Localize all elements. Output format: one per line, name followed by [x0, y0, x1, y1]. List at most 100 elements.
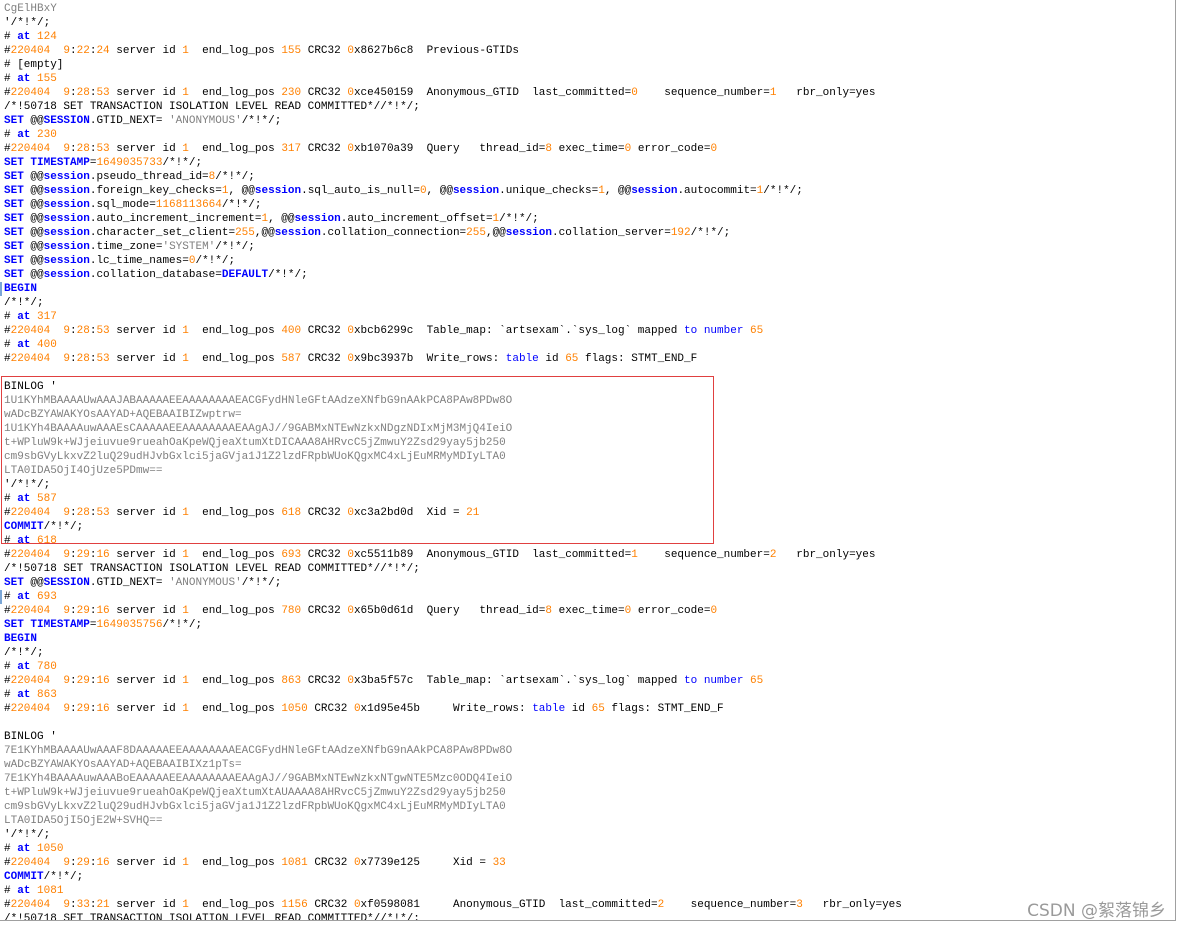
code-token: server id	[109, 87, 183, 99]
code-token: 53	[96, 87, 110, 99]
code-token: .sql_auto_is_null=	[301, 185, 420, 197]
code-token: xf0598081 Anonymous_GTID last_committed=	[360, 899, 658, 911]
code-token: cm9sbGVyLkxvZ2luQ29udHJvbGxlci5jaGVja1J1…	[4, 451, 506, 463]
code-token: sequence_number=	[637, 87, 770, 99]
code-token: :	[70, 703, 77, 715]
code-line: /*!50718 SET TRANSACTION ISOLATION LEVEL…	[4, 100, 420, 114]
code-line: #220404 9:28:53 server id 1 end_log_pos …	[4, 86, 875, 100]
code-token: 0	[419, 185, 427, 197]
code-token: @@	[23, 255, 44, 267]
fold-marker	[0, 282, 2, 296]
code-token: 1168113664	[155, 199, 222, 211]
code-token: #	[4, 661, 18, 673]
code-token: #	[4, 325, 11, 337]
code-token: BEGIN	[4, 633, 38, 645]
code-token: #	[4, 493, 18, 505]
code-token: error_code=	[631, 143, 711, 155]
code-token: 0	[353, 703, 361, 715]
code-token: CRC32	[307, 899, 354, 911]
code-token: session	[43, 269, 90, 281]
code-line: #220404 9:28:53 server id 1 end_log_pos …	[4, 506, 479, 520]
code-token: CRC32	[301, 605, 348, 617]
code-token: 7E1KYh4BAAAAuwAAABoEAAAAAEEAAAAAAAAEAAgA…	[4, 773, 513, 785]
code-token: @@	[23, 185, 44, 197]
code-line: LTA0IDA5OjI4OjUze5PDmw==	[4, 464, 162, 478]
code-token: wADcBZYAWAKYOsAAYAD+AQEBAAIBIXz1pTs=	[4, 759, 242, 771]
code-line: BEGIN	[4, 632, 37, 646]
code-token: session	[274, 227, 321, 239]
code-token: /*!50718 SET TRANSACTION ISOLATION LEVEL…	[4, 913, 420, 921]
code-token: 1	[182, 507, 189, 519]
code-line: cm9sbGVyLkxvZ2luQ29udHJvbGxlci5jaGVja1J1…	[4, 450, 506, 464]
code-token: CRC32	[301, 507, 348, 519]
code-token: SET	[4, 255, 24, 267]
code-token: SET	[4, 115, 24, 127]
code-token: 255	[466, 227, 486, 239]
code-editor[interactable]: CgElHBxY '/*!*/; # at 124 #220404 9:22:24 s…	[0, 0, 1176, 921]
code-token: #	[4, 311, 18, 323]
code-token: 8	[545, 605, 552, 617]
code-token: LTA0IDA5OjI5OjE2W+SVHQ==	[4, 815, 163, 827]
code-token: 29	[76, 549, 90, 561]
code-token: @@	[23, 269, 44, 281]
code-token: 1	[182, 549, 189, 561]
code-token: #	[4, 857, 11, 869]
code-token: /*!*/;	[162, 619, 203, 631]
code-token: CRC32	[301, 675, 348, 687]
code-token: at	[17, 311, 31, 323]
code-token: exec_time=	[552, 605, 625, 617]
code-token: table	[532, 703, 566, 715]
code-token: @@	[23, 577, 44, 589]
code-token: SET	[4, 157, 24, 169]
code-line: SET @@session.sql_mode=1168113664/*!*/;	[4, 198, 261, 212]
code-token: server id	[109, 675, 183, 687]
code-token: wADcBZYAWAKYOsAAYAD+AQEBAAIBIZwptrw=	[4, 409, 242, 421]
fold-marker	[0, 590, 2, 604]
code-token: table	[505, 353, 539, 365]
code-token: 220404	[10, 857, 51, 869]
code-token: /*!50718 SET TRANSACTION ISOLATION LEVEL…	[4, 563, 420, 575]
code-line: /*!50718 SET TRANSACTION ISOLATION LEVEL…	[4, 912, 420, 921]
code-token: 16	[96, 675, 110, 687]
code-token: 317	[37, 311, 57, 323]
code-token: 'ANONYMOUS'	[169, 577, 242, 589]
code-token: #	[4, 129, 18, 141]
code-token: 21	[466, 507, 480, 519]
code-line: BEGIN	[4, 282, 37, 296]
code-line: #220404 9:28:53 server id 1 end_log_pos …	[4, 352, 697, 366]
code-token: #	[4, 339, 18, 351]
code-token: 16	[96, 549, 110, 561]
code-token: CgElHBxY	[4, 3, 57, 15]
code-token: end_log_pos	[188, 899, 282, 911]
code-line: LTA0IDA5OjI5OjE2W+SVHQ==	[4, 814, 162, 828]
code-token: 587	[37, 493, 57, 505]
code-token: 1	[182, 899, 189, 911]
code-token: at	[17, 661, 31, 673]
code-line: # at 1081	[4, 884, 63, 898]
code-line: SET TIMESTAMP=1649035733/*!*/;	[4, 156, 202, 170]
code-token: SET	[4, 619, 24, 631]
code-token: @@	[23, 213, 44, 225]
code-token: 618	[281, 507, 302, 519]
code-token: 1649035756	[96, 619, 163, 631]
code-token: 29	[76, 675, 90, 687]
code-token: .sql_mode=	[89, 199, 156, 211]
code-line: BINLOG '	[4, 730, 57, 744]
code-token: .collation_connection=	[320, 227, 467, 239]
code-token: x8627b6c8 Previous-GTIDs	[353, 45, 519, 57]
code-token: end_log_pos	[188, 857, 282, 869]
code-token: /*!50718 SET TRANSACTION ISOLATION LEVEL…	[4, 101, 420, 113]
code-token: 1	[182, 45, 189, 57]
code-line: SET @@session.foreign_key_checks=1, @@se…	[4, 184, 803, 198]
code-token: SET	[4, 213, 24, 225]
code-line: #220404 9:28:53 server id 1 end_log_pos …	[4, 324, 763, 338]
code-line: #220404 9:22:24 server id 1 end_log_pos …	[4, 44, 519, 58]
code-token: @@	[23, 227, 44, 239]
code-token: /*!*/;	[43, 521, 84, 533]
code-token: @@	[23, 115, 44, 127]
